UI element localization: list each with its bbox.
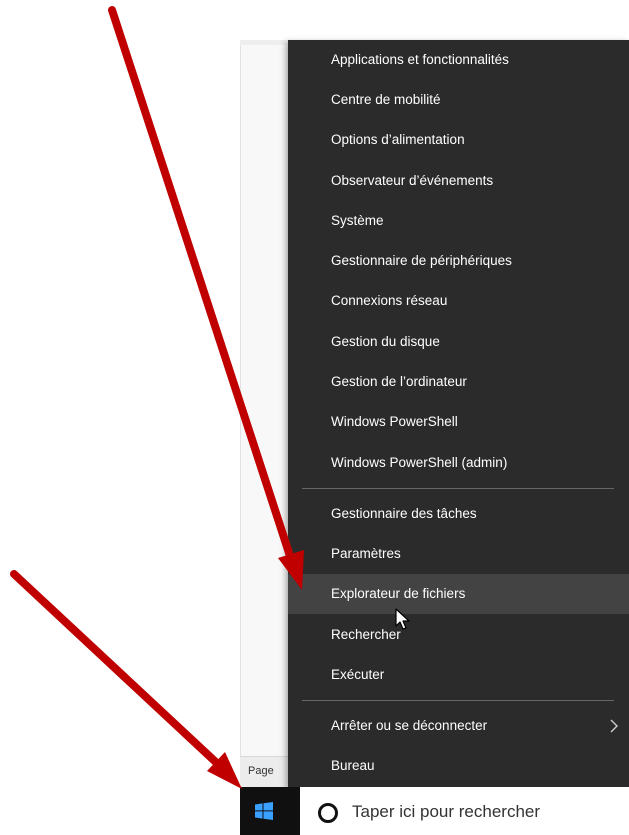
menu-item-run[interactable]: Exécuter	[288, 655, 629, 695]
menu-item-system[interactable]: Système	[288, 201, 629, 241]
menu-separator	[302, 488, 614, 489]
menu-item-shutdown-signout[interactable]: Arrêter ou se déconnecter	[288, 706, 629, 746]
mouse-cursor-icon	[395, 608, 410, 630]
menu-item-search[interactable]: Rechercher	[288, 615, 629, 655]
menu-item-powershell[interactable]: Windows PowerShell	[288, 402, 629, 442]
menu-item-powershell-admin[interactable]: Windows PowerShell (admin)	[288, 443, 629, 483]
menu-item-desktop[interactable]: Bureau	[288, 746, 629, 786]
menu-item-event-viewer[interactable]: Observateur d’événements	[288, 161, 629, 201]
cortana-circle-icon	[318, 803, 338, 823]
status-bar-page-text: Page	[248, 765, 274, 777]
menu-item-shutdown-label: Arrêter ou se déconnecter	[331, 718, 488, 733]
taskbar: Taper ici pour rechercher	[240, 787, 629, 835]
menu-item-settings[interactable]: Paramètres	[288, 534, 629, 574]
menu-item-disk-management[interactable]: Gestion du disque	[288, 322, 629, 362]
taskbar-search-box[interactable]: Taper ici pour rechercher	[300, 787, 629, 835]
search-placeholder: Taper ici pour rechercher	[352, 802, 541, 821]
menu-item-mobility-center[interactable]: Centre de mobilité	[288, 80, 629, 120]
menu-item-network-connections[interactable]: Connexions réseau	[288, 281, 629, 321]
menu-item-file-explorer[interactable]: Explorateur de fichiers	[288, 574, 629, 614]
screenshot: Page Applications et fonctionnalités Cen…	[0, 0, 629, 835]
chevron-right-icon	[610, 719, 618, 733]
menu-item-device-manager[interactable]: Gestionnaire de périphériques	[288, 241, 629, 281]
start-button[interactable]	[240, 787, 288, 835]
menu-item-computer-management[interactable]: Gestion de l’ordinateur	[288, 362, 629, 402]
red-arrow-icon	[10, 570, 242, 789]
menu-item-apps-features[interactable]: Applications et fonctionnalités	[288, 40, 629, 80]
menu-separator	[302, 700, 614, 701]
windows-logo-icon	[255, 802, 273, 820]
menu-item-task-manager[interactable]: Gestionnaire des tâches	[288, 494, 629, 534]
winx-context-menu: Applications et fonctionnalités Centre d…	[288, 40, 629, 787]
menu-item-power-options[interactable]: Options d’alimentation	[288, 120, 629, 160]
